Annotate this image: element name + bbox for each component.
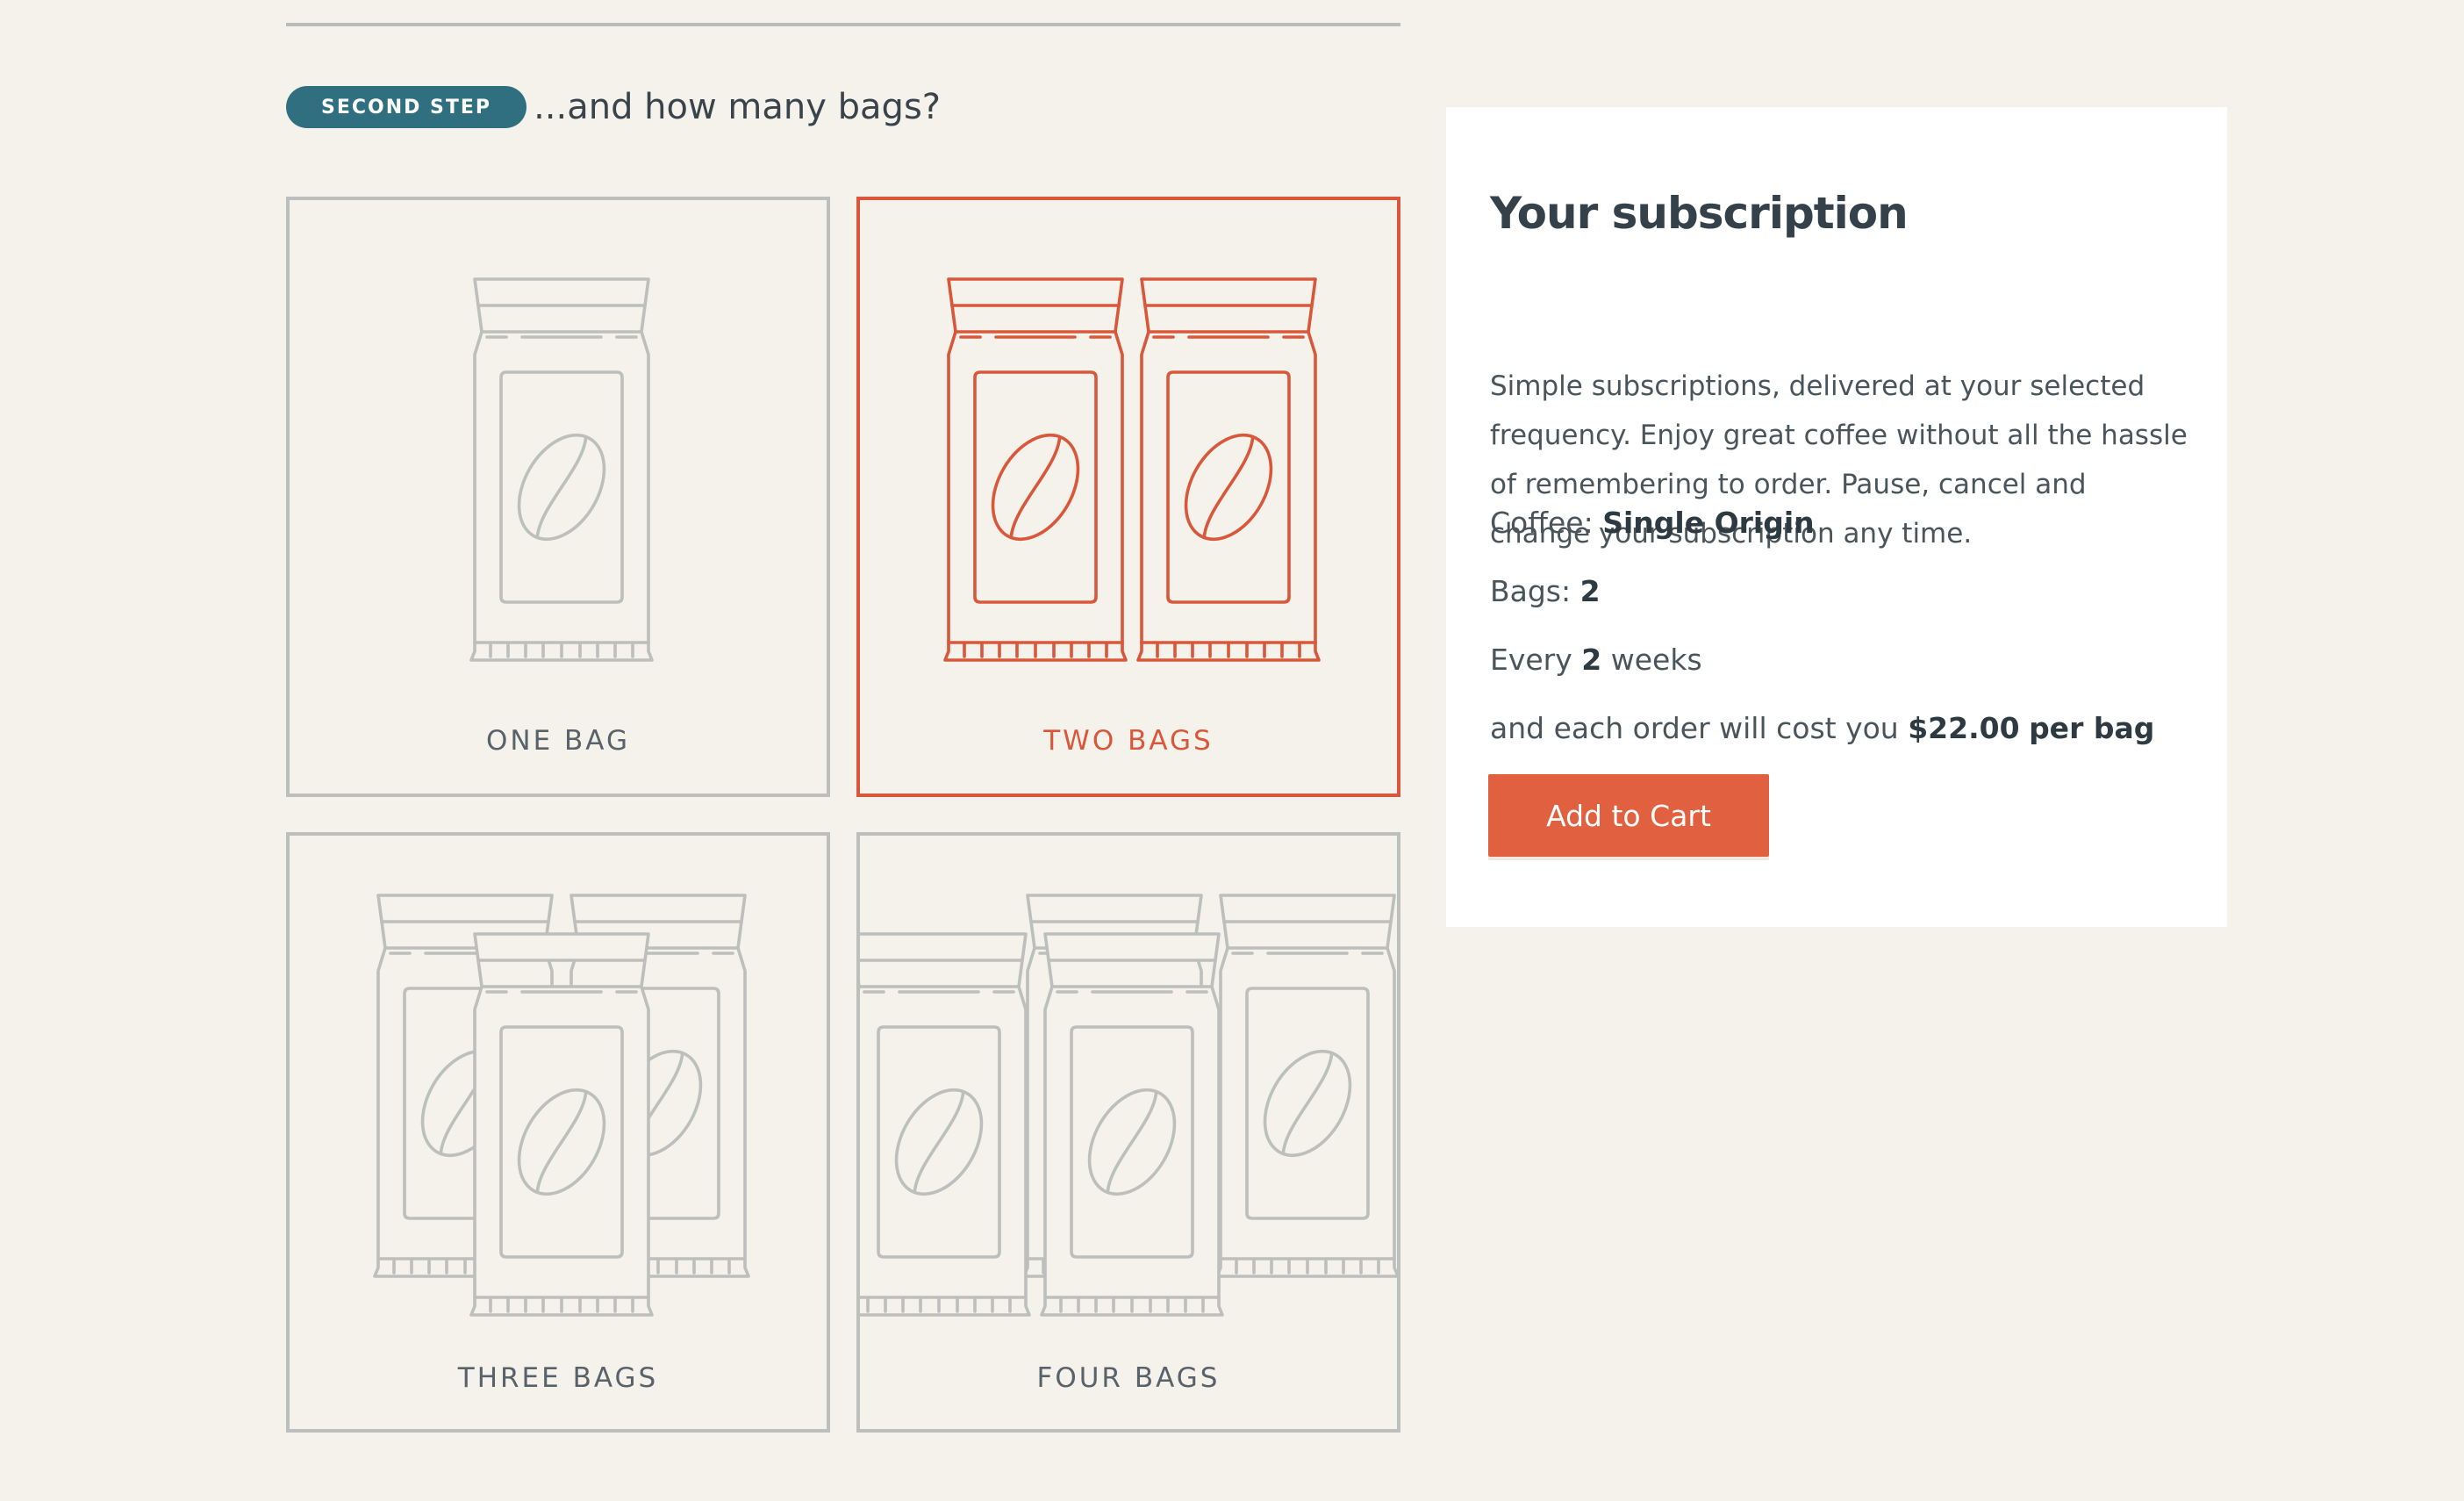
add-to-cart-button[interactable]: Add to Cart	[1488, 774, 1769, 857]
coffee-bag-icon	[469, 277, 654, 662]
coffee-bag-icon	[469, 932, 654, 1317]
bags-value: 2	[1579, 574, 1601, 608]
coffee-bag-icon	[860, 932, 1031, 1317]
coffee-bag-icon	[1136, 277, 1321, 662]
top-divider	[286, 23, 1400, 26]
coffee-bag-icon	[860, 894, 1400, 1317]
coffee-bag-icon	[943, 277, 1321, 662]
step-badge: SECOND STEP	[286, 86, 527, 128]
coffee-bag-icon	[1215, 894, 1400, 1278]
coffee-bag-icon	[373, 894, 750, 1317]
weeks-label: weeks	[1610, 643, 1702, 677]
coffee-label: Coffee:	[1490, 506, 1594, 540]
coffee-bag-icon	[469, 277, 654, 662]
every-label: Every	[1490, 643, 1572, 677]
option-two-bags[interactable]: TWO BAGS	[856, 197, 1400, 797]
summary-title: Your subscription	[1490, 188, 1909, 239]
cost-value: $22.00	[1908, 711, 2020, 745]
coffee-bag-icon	[1040, 932, 1224, 1317]
option-label: FOUR BAGS	[1036, 1362, 1221, 1394]
option-one-bag[interactable]: ONE BAG	[286, 197, 830, 797]
coffee-bag-icon	[943, 277, 1128, 662]
option-label: THREE BAGS	[457, 1362, 659, 1394]
every-value: 2	[1581, 643, 1602, 677]
frequency-line: Every 2 weeks	[1490, 643, 1702, 677]
option-label: ONE BAG	[486, 725, 630, 757]
option-three-bags[interactable]: THREE BAGS	[286, 832, 830, 1433]
coffee-value: Single Origin	[1602, 506, 1815, 540]
step-header: SECOND STEP ...and how many bags?	[286, 84, 941, 130]
option-label: TWO BAGS	[1043, 725, 1214, 757]
cost-label: and each order will cost you	[1490, 711, 1899, 745]
cost-unit: per bag	[2029, 711, 2155, 745]
coffee-line: Coffee: Single Origin	[1490, 506, 1815, 540]
step-question: ...and how many bags?	[534, 87, 942, 127]
bags-label: Bags:	[1490, 574, 1572, 608]
option-four-bags[interactable]: FOUR BAGS	[856, 832, 1400, 1433]
bags-line: Bags: 2	[1490, 574, 1601, 608]
cost-line: and each order will cost you $22.00 per …	[1490, 711, 2154, 745]
subscription-summary: Your subscription Simple subscriptions, …	[1446, 107, 2227, 927]
